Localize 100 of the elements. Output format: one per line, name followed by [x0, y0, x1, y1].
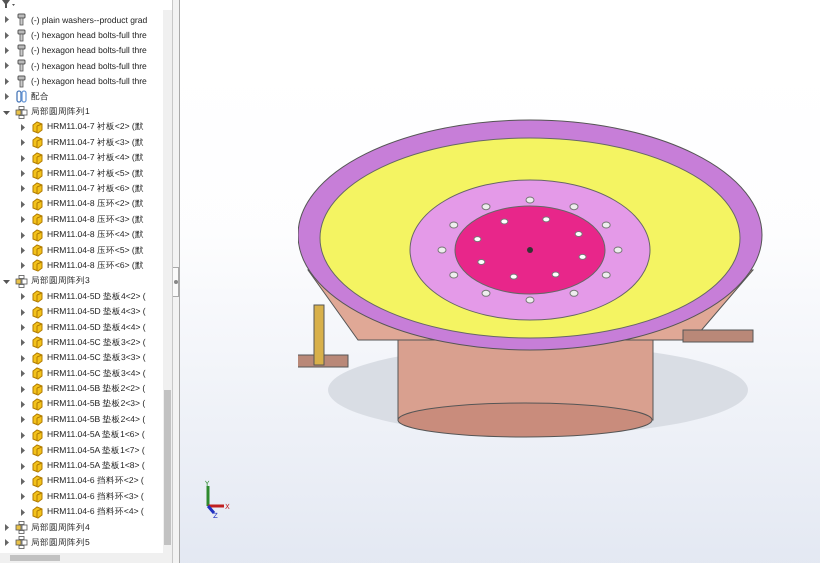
part-icon — [31, 382, 44, 396]
part-icon — [31, 290, 44, 304]
tree-item-label[interactable]: 局部圆周阵列5 — [31, 536, 90, 549]
expand-arrow-icon[interactable] — [18, 169, 27, 178]
tree-item-label[interactable]: HRM11.04-5B 垫板2<3> ( — [47, 398, 146, 410]
expand-arrow-icon[interactable] — [2, 30, 11, 40]
part-icon — [31, 259, 44, 272]
tree-item-label[interactable]: 配合 — [31, 90, 49, 103]
tree-item-label[interactable]: HRM11.04-6 挡料环<2> ( — [47, 475, 144, 488]
tree-item-label[interactable]: 局部圆周阵列1 — [31, 106, 90, 118]
expand-arrow-icon[interactable] — [2, 523, 11, 532]
expand-arrow-icon[interactable] — [18, 338, 27, 348]
tree-item-label[interactable]: HRM11.04-8 压环<4> (默 — [47, 229, 144, 242]
part-icon — [31, 213, 44, 226]
tree-item-label[interactable]: HRM11.04-8 压环<6> (默 — [47, 260, 144, 272]
pattern-icon — [15, 106, 28, 119]
tree-item-label[interactable]: (-) plain washers--product grad — [31, 14, 148, 25]
part-icon — [31, 321, 44, 334]
tree-item-label[interactable]: HRM11.04-6 挡料环<4> ( — [47, 506, 144, 518]
expand-arrow-icon[interactable] — [18, 492, 27, 502]
expand-arrow-icon[interactable] — [18, 292, 27, 302]
expand-arrow-icon[interactable] — [18, 184, 27, 194]
part-icon — [31, 167, 44, 180]
part-icon — [31, 474, 44, 488]
tree-item-label[interactable]: HRM11.04-5D 垫板4<4> ( — [47, 322, 146, 334]
expand-arrow-icon[interactable] — [2, 92, 11, 102]
tree-item-label[interactable]: HRM11.04-5C 垫板3<4> ( — [47, 368, 146, 380]
expand-arrow-icon[interactable] — [18, 508, 27, 517]
expand-arrow-icon[interactable] — [2, 538, 11, 548]
expand-arrow-icon[interactable] — [2, 15, 11, 24]
part-icon — [31, 367, 44, 380]
tree-item-label[interactable]: HRM11.04-7 衬板<6> (默 — [47, 182, 144, 195]
expand-arrow-icon[interactable] — [18, 230, 27, 240]
bolt-icon — [15, 28, 28, 42]
expand-arrow-icon[interactable] — [18, 215, 27, 224]
expand-arrow-icon[interactable] — [18, 261, 27, 270]
tree-item-label[interactable]: HRM11.04-8 压环<5> (默 — [47, 244, 144, 257]
expand-arrow-icon[interactable] — [18, 308, 27, 317]
horizontal-scrollbar[interactable] — [0, 553, 172, 563]
part-icon — [31, 306, 44, 319]
pattern-icon — [15, 274, 28, 288]
expand-arrow-icon[interactable] — [18, 476, 27, 486]
tree-item-label[interactable]: 局部圆周阵列4 — [31, 522, 90, 534]
tree-item-label[interactable]: HRM11.04-5A 垫板1<8> ( — [47, 460, 145, 472]
expand-arrow-icon[interactable] — [18, 354, 27, 363]
expand-arrow-icon[interactable] — [18, 430, 27, 440]
tree-item-label[interactable]: HRM11.04-5D 垫板4<3> ( — [47, 306, 146, 318]
expand-arrow-icon[interactable] — [18, 415, 27, 424]
expand-arrow-icon[interactable] — [18, 246, 27, 256]
expand-arrow-icon[interactable] — [18, 369, 27, 378]
paperclip-icon — [15, 90, 28, 104]
tree-item-label[interactable]: HRM11.04-7 衬板<5> (默 — [47, 168, 144, 180]
expand-arrow-icon[interactable] — [18, 384, 27, 394]
part-icon — [31, 444, 44, 458]
tree-item-label[interactable]: (-) hexagon head bolts-full thre — [31, 76, 147, 86]
tree-item-label[interactable]: HRM11.04-8 压环<3> (默 — [47, 214, 144, 226]
part-icon — [31, 490, 44, 504]
tree-item-label[interactable]: HRM11.04-5A 垫板1<7> ( — [47, 444, 145, 457]
part-icon — [31, 506, 44, 519]
tree-item-label[interactable]: HRM11.04-5C 垫板3<3> ( — [47, 352, 146, 364]
part-icon — [31, 428, 44, 442]
part-icon — [31, 120, 44, 134]
tree-item-label[interactable]: (-) hexagon head bolts-full thre — [31, 60, 147, 71]
panel-collapse-handle[interactable] — [173, 266, 179, 296]
expand-arrow-icon[interactable] — [18, 400, 27, 409]
expand-arrow-icon[interactable] — [2, 76, 11, 86]
part-icon — [31, 198, 44, 211]
expand-arrow-icon[interactable] — [2, 61, 11, 70]
bolt-icon — [15, 59, 28, 72]
expand-arrow-icon[interactable] — [18, 462, 27, 471]
tree-item-label[interactable]: HRM11.04-5A 垫板1<6> ( — [47, 429, 145, 442]
expand-arrow-icon[interactable] — [18, 323, 27, 332]
filter-icon[interactable] — [2, 0, 16, 9]
tree-item-label[interactable]: 局部圆周阵列3 — [31, 275, 90, 288]
part-icon — [31, 228, 44, 242]
tree-item-label[interactable]: HRM11.04-5B 垫板2<2> ( — [47, 383, 146, 396]
tree-item-label[interactable]: HRM11.04-8 压环<2> (默 — [47, 198, 144, 210]
vertical-scrollbar[interactable] — [163, 10, 172, 553]
part-icon — [31, 413, 44, 426]
part-icon — [31, 398, 44, 411]
part-icon — [31, 244, 44, 258]
tree-item-label[interactable]: (-) hexagon head bolts-full thre — [31, 45, 147, 56]
expand-arrow-icon[interactable] — [18, 200, 27, 209]
expand-arrow-icon[interactable] — [18, 122, 27, 132]
tree-item-label[interactable]: HRM11.04-7 衬板<2> (默 — [47, 121, 144, 134]
part-icon — [31, 182, 44, 196]
part-icon — [31, 336, 44, 350]
tree-item-label[interactable]: HRM11.04-7 衬板<3> (默 — [47, 136, 144, 149]
expand-arrow-icon[interactable] — [2, 46, 11, 55]
expand-arrow-icon[interactable] — [18, 138, 27, 148]
tree-item-label[interactable]: HRM11.04-7 衬板<4> (默 — [47, 152, 144, 164]
expand-arrow-icon[interactable] — [18, 154, 27, 163]
tree-item-label[interactable]: HRM11.04-5C 垫板3<2> ( — [47, 336, 146, 349]
tree-item-label[interactable]: HRM11.04-5B 垫板2<4> ( — [47, 414, 146, 426]
expand-arrow-icon[interactable] — [18, 446, 27, 456]
tree-item-label[interactable]: (-) hexagon head bolts-full thre — [31, 30, 147, 40]
part-icon — [31, 152, 44, 165]
tree-item-label[interactable]: HRM11.04-5D 垫板4<2> ( — [47, 290, 146, 303]
tree-item-label[interactable]: HRM11.04-6 挡料环<3> ( — [47, 490, 144, 503]
bolt-icon — [15, 44, 28, 57]
